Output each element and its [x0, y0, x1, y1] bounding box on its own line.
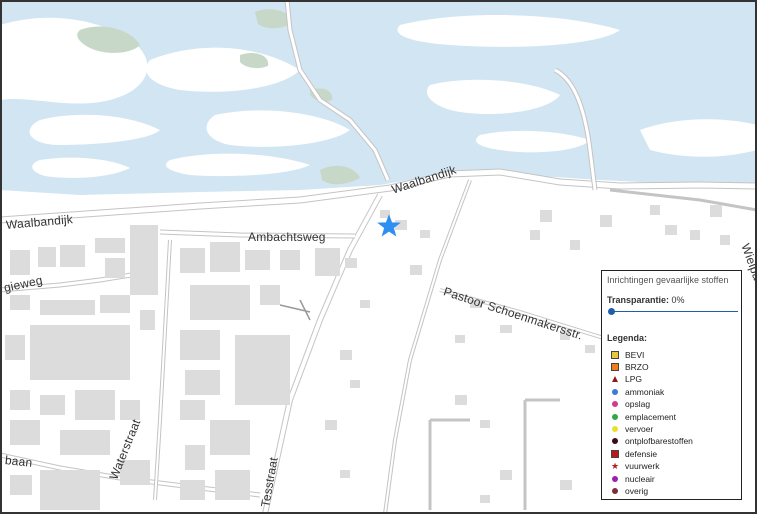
square-symbol-icon	[611, 449, 619, 458]
legend-item-bevi: BEVI	[611, 349, 644, 360]
legend-item-label: emplacement	[625, 411, 677, 422]
legend-item-lpg: LPG	[611, 374, 642, 385]
street-label-baan: baan	[4, 453, 34, 470]
map-viewport[interactable]: Waalbandijk Waalbandijk Ambachtsweg giew…	[0, 0, 757, 514]
legend-item-ammoniak: ammoniak	[611, 386, 664, 397]
legend-item-vuurwerk: ★ vuurwerk	[611, 461, 659, 472]
square-symbol-icon	[611, 350, 619, 359]
legend-item-label: LPG	[625, 374, 643, 385]
circle-symbol-icon	[612, 388, 618, 395]
legend-item-defensie: defensie	[611, 448, 657, 459]
street-label-ambachtsweg: Ambachtsweg	[248, 230, 326, 244]
star-symbol-icon: ★	[611, 461, 620, 472]
legend-item-nucleair: nucleair	[611, 473, 655, 484]
transparency-value: 0%	[671, 295, 685, 305]
legend-item-overig: overig	[611, 485, 648, 496]
legend-item-label: nucleair	[625, 473, 655, 484]
legend-item-brzo: BRZO	[611, 361, 649, 372]
triangle-symbol-icon	[612, 376, 618, 383]
circle-symbol-icon	[612, 413, 618, 420]
slider-handle[interactable]	[608, 308, 615, 315]
legend-item-label: defensie	[625, 448, 658, 459]
location-star-icon[interactable]	[376, 213, 402, 239]
legend-item-opslag: opslag	[611, 399, 650, 410]
legend-panel: Inrichtingen gevaarlijke stoffen Transpa…	[601, 270, 742, 500]
circle-symbol-icon	[612, 475, 618, 482]
transparency-label: Transparantie:	[607, 295, 670, 305]
circle-symbol-icon	[612, 438, 618, 445]
legend-item-label: opslag	[625, 399, 651, 410]
legend-item-label: BRZO	[625, 361, 649, 372]
legend-item-label: ontplofbarestoffen	[625, 436, 693, 447]
square-symbol-icon	[611, 362, 619, 371]
legend-item-ontplofbarestoffen: ontplofbarestoffen	[611, 436, 693, 447]
legend-item-emplacement: emplacement	[611, 411, 676, 422]
legend-item-label: overig	[625, 485, 649, 496]
legend-item-label: vuurwerk	[625, 461, 660, 472]
circle-symbol-icon	[612, 401, 618, 408]
legend-item-label: vervoer	[625, 423, 654, 434]
transparency-slider[interactable]	[608, 308, 738, 316]
legend-item-vervoer: vervoer	[611, 423, 653, 434]
legend-title: Inrichtingen gevaarlijke stoffen	[607, 275, 729, 285]
legend-item-label: BEVI	[625, 349, 645, 360]
legend-heading: Legenda:	[607, 333, 648, 343]
circle-symbol-icon	[612, 425, 618, 432]
transparency-row: Transparantie: 0%	[607, 295, 685, 305]
circle-symbol-icon	[612, 487, 618, 494]
legend-item-label: ammoniak	[625, 386, 665, 397]
slider-track[interactable]	[610, 311, 738, 312]
